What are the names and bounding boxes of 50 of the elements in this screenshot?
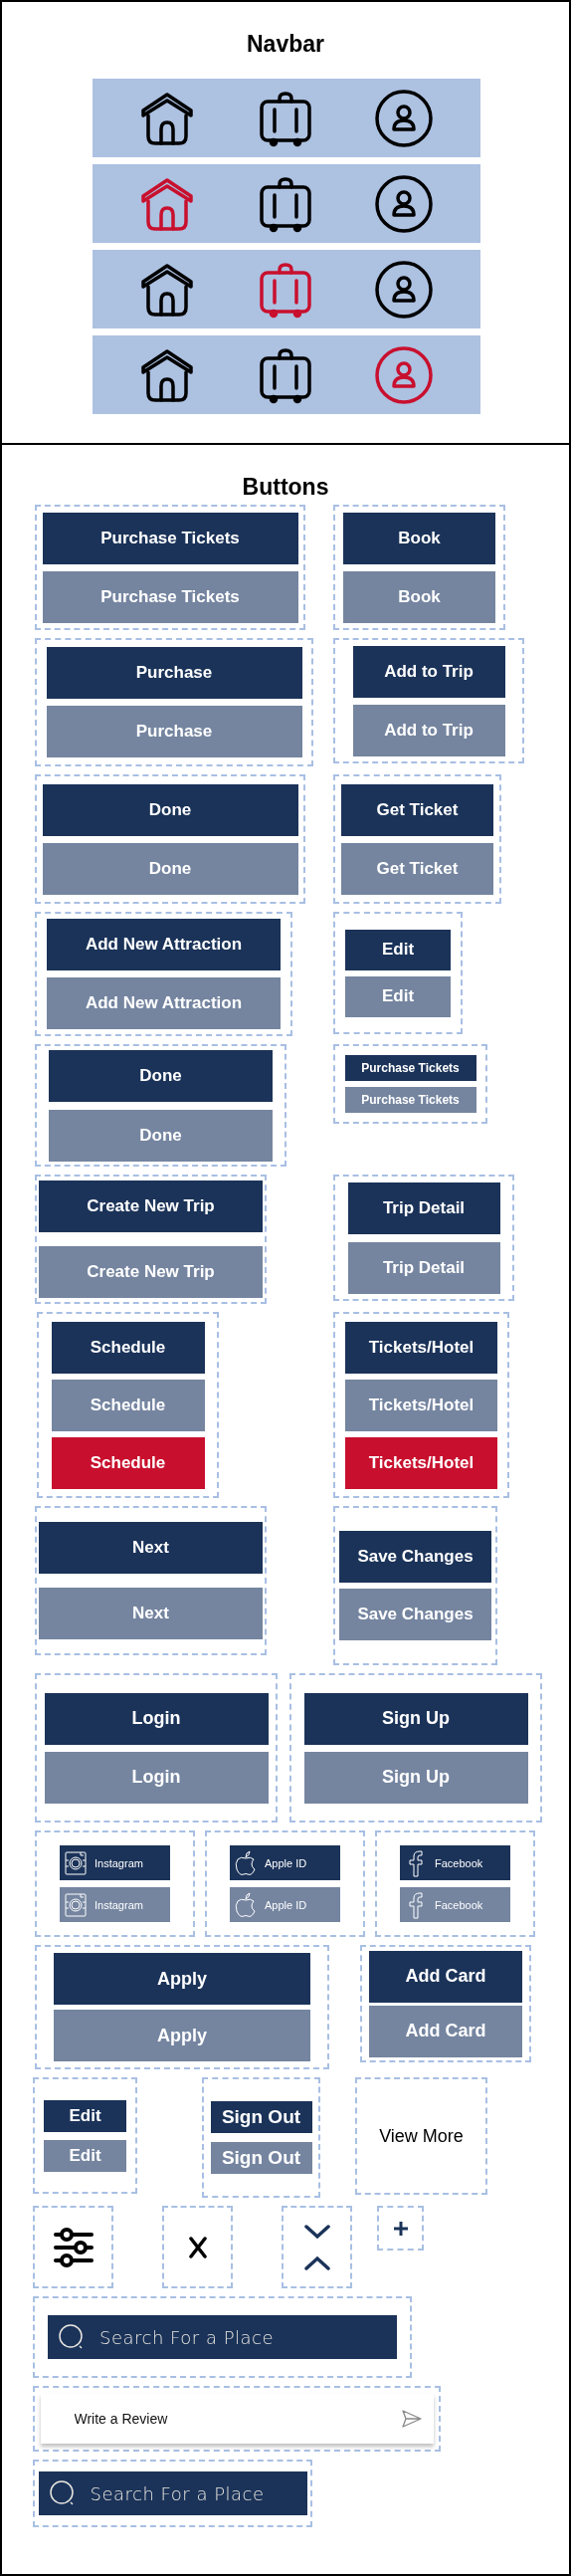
button[interactable]: Add New Attraction — [47, 919, 281, 970]
search-icon[interactable] — [58, 2323, 86, 2351]
button[interactable]: Apply — [54, 1953, 310, 2005]
button[interactable]: Schedule — [51, 1321, 205, 1374]
search-input[interactable]: Search For a Place — [90, 2482, 307, 2504]
social-sign-in-button[interactable]: Facebook — [400, 1845, 510, 1880]
button[interactable]: Purchase Tickets — [344, 1055, 476, 1081]
profile-icon[interactable] — [374, 259, 434, 320]
button[interactable]: Book — [343, 512, 495, 564]
section-title: Buttons — [242, 473, 329, 501]
button[interactable]: Sign Out — [210, 2101, 312, 2133]
button[interactable]: Done — [42, 783, 298, 836]
button[interactable]: Schedule — [51, 1436, 205, 1489]
apple-icon — [235, 1848, 257, 1877]
button[interactable]: Trip Detail — [347, 1181, 500, 1234]
button[interactable]: Login — [44, 1692, 269, 1745]
view-more-link[interactable]: View More — [379, 2125, 464, 2147]
button[interactable]: Next — [39, 1522, 263, 1574]
camera-icon — [65, 1890, 87, 1919]
send-icon[interactable] — [401, 2410, 422, 2428]
button[interactable]: Purchase — [46, 647, 302, 699]
social-sign-in-button[interactable]: Apple ID — [230, 1845, 340, 1880]
button[interactable]: Add to Trip — [352, 645, 505, 698]
button[interactable]: Purchase Tickets — [42, 512, 298, 564]
button[interactable]: Sign Up — [303, 1692, 528, 1745]
profile-icon[interactable] — [374, 173, 434, 234]
button[interactable]: Done — [49, 1049, 273, 1102]
review-field[interactable]: Write a Review — [40, 2394, 434, 2444]
section-title: Navbar — [247, 30, 324, 58]
sliders-icon[interactable] — [52, 2226, 95, 2268]
button[interactable]: Save Changes — [339, 1531, 491, 1583]
button[interactable]: Edit — [345, 929, 451, 970]
apple-icon — [235, 1890, 257, 1919]
search-field[interactable]: Search For a Place — [48, 2315, 397, 2359]
search-icon[interactable] — [48, 2479, 77, 2507]
social-sign-in-button[interactable]: Instagram — [60, 1845, 170, 1880]
search-field[interactable]: Search For a Place — [38, 2471, 307, 2515]
button[interactable]: Create New Trip — [39, 1181, 263, 1232]
profile-icon[interactable] — [374, 88, 434, 148]
close-icon[interactable] — [188, 2236, 207, 2258]
button[interactable]: Get Ticket — [341, 783, 493, 836]
button[interactable]: Edit — [44, 2099, 126, 2132]
plus-icon[interactable] — [393, 2222, 408, 2236]
button[interactable]: Add Card — [369, 1950, 522, 2003]
button[interactable]: Tickets/Hotel — [345, 1321, 497, 1374]
search-input[interactable]: Search For a Place — [99, 2326, 397, 2348]
camera-icon — [65, 1848, 87, 1877]
chevrons-icon[interactable] — [303, 2223, 330, 2271]
review-input[interactable]: Write a Review — [74, 2411, 402, 2427]
button[interactable]: Tickets/Hotel — [345, 1436, 497, 1489]
